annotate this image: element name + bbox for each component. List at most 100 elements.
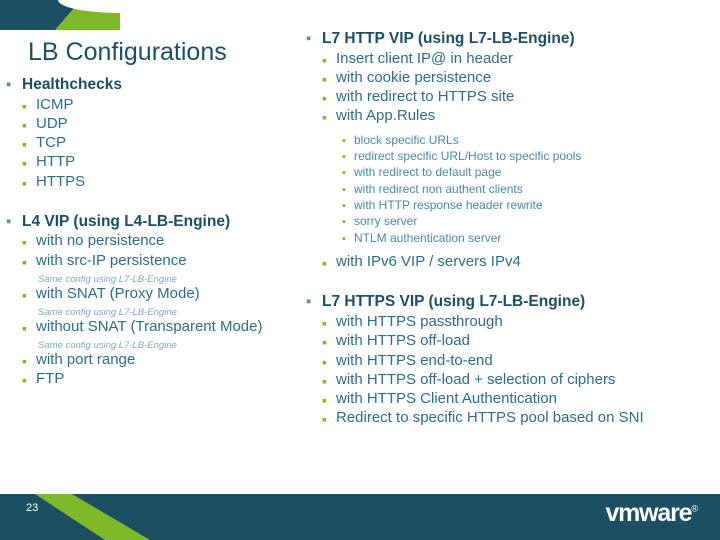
list-item: ▪ with cookie persistence (322, 68, 718, 88)
bullet-label: with redirect non authent clients (354, 181, 523, 196)
square-bullet-icon: ▪ (342, 200, 346, 213)
bullet-label: with HTTP response header rewrite (354, 198, 543, 213)
bullet-label: sorry server (354, 214, 418, 229)
square-bullet-icon: ▪ (322, 334, 327, 351)
list-item: ▪ UDP (22, 114, 306, 134)
square-bullet-icon: ▪ (322, 353, 327, 370)
bullet-label: HTTP (36, 153, 76, 171)
square-bullet-icon: ▪ (22, 353, 27, 370)
bullet-label: with IPv6 VIP / servers IPv4 (336, 253, 521, 271)
square-bullet-icon: ▪ (6, 76, 12, 93)
bullet-label: with HTTPS off-load + selection of ciphe… (336, 370, 616, 388)
bullet-label: NTLM authentication server (354, 230, 502, 245)
bullet-label: Redirect to specific HTTPS pool based on… (336, 409, 644, 427)
list-item: ▪ with redirect to HTTPS site (322, 88, 718, 107)
list-item: ▪ with IPv6 VIP / servers IPv4 (322, 253, 718, 272)
list-item: ▪ block specific URLs (342, 133, 718, 149)
square-bullet-icon: ▪ (306, 293, 312, 311)
bullet-label: with HTTPS off-load (336, 332, 470, 350)
bullet-label: Healthchecks (22, 76, 122, 93)
square-bullet-icon: ▪ (22, 286, 27, 303)
square-bullet-icon: ▪ (22, 320, 27, 336)
square-bullet-icon: ▪ (322, 109, 327, 126)
bullet-label: with HTTPS Client Authentication (336, 389, 557, 407)
bullet-label: Insert client IP@ in header (336, 49, 513, 67)
list-item: ▪ with redirect non authent clients (342, 181, 718, 198)
list-item: ▪ HTTP (22, 154, 306, 172)
square-bullet-icon: ▪ (322, 411, 327, 428)
bullet-label: HTTPS (36, 172, 86, 190)
square-bullet-icon: ▪ (6, 212, 12, 230)
list-item: ▪ sorry server (342, 215, 718, 230)
bullet-label: with port range (36, 351, 136, 369)
list-item: ▪ with redirect to default page (342, 165, 718, 181)
bullet-label: with HTTPS end-to-end (336, 351, 493, 369)
note-text: Same config using L7-LB-Engine (38, 273, 177, 285)
list-item: ▪ with HTTPS end-to-end (322, 351, 718, 371)
square-bullet-icon: ▪ (342, 167, 346, 180)
page-title: LB Configurations (28, 38, 227, 66)
square-bullet-icon: ▪ (22, 234, 27, 251)
square-bullet-icon: ▪ (22, 155, 27, 172)
square-bullet-icon: ▪ (322, 51, 327, 68)
list-item: ▪ FTP (22, 371, 306, 389)
bullet-label: with src-IP persistence (36, 251, 187, 269)
square-bullet-icon: ▪ (322, 70, 327, 87)
bullet-label: with cookie persistence (336, 68, 492, 86)
bullet-label: L7 HTTP VIP (using L7-LB-Engine) (322, 30, 575, 47)
square-bullet-icon: ▪ (322, 255, 327, 272)
slide-number: 23 (26, 502, 39, 514)
list-item: ▪ with HTTPS off-load (322, 333, 718, 351)
square-bullet-icon: ▪ (22, 174, 27, 191)
bullet-label: with redirect to default page (354, 165, 502, 180)
list-item: ▪ with HTTPS passthrough (322, 313, 718, 332)
bullet-label: ICMP (36, 95, 74, 113)
list-item: ▪ with src-IP persistence (22, 251, 306, 271)
right-content-column: ▪ L7 HTTP VIP (using L7-LB-Engine) ▪ Ins… (306, 30, 718, 429)
square-bullet-icon: ▪ (22, 116, 27, 133)
bullet-label: with redirect to HTTPS site (336, 88, 515, 106)
list-item: ▪ TCP (22, 134, 306, 153)
square-bullet-icon: ▪ (322, 391, 327, 408)
bullet-label: L7 HTTPS VIP (using L7-LB-Engine) (322, 293, 586, 311)
note-text: Same config using L7-LB-Engine (38, 340, 177, 352)
list-item: ▪ redirect specific URL/Host to specific… (342, 148, 718, 165)
bullet-label: with App.Rules (336, 107, 436, 125)
square-bullet-icon: ▪ (22, 136, 27, 153)
list-item: ▪ with no persistence (22, 233, 306, 251)
square-bullet-icon: ▪ (342, 232, 346, 245)
bullet-label: with no persistence (36, 232, 165, 250)
left-content-column: ▪ Healthchecks ▪ ICMP ▪ UDP ▪ TCP ▪ HTTP… (6, 76, 306, 391)
square-bullet-icon: ▪ (22, 372, 27, 389)
list-item: ▪ with HTTP response header rewrite (342, 198, 718, 214)
list-item: ▪ NTLM authentication server (342, 230, 718, 247)
list-item: ▪ without SNAT (Transparent Mode) (22, 318, 306, 337)
square-bullet-icon: ▪ (342, 150, 346, 163)
vmware-logo: vmware® (605, 499, 698, 528)
list-item: ▪ HTTPS (22, 172, 306, 192)
square-bullet-icon: ▪ (342, 216, 346, 229)
square-bullet-icon: ▪ (322, 315, 327, 332)
registered-mark: ® (691, 503, 698, 514)
square-bullet-icon: ▪ (306, 30, 312, 47)
bullet-l7-http-vip: ▪ L7 HTTP VIP (using L7-LB-Engine) (306, 30, 718, 49)
square-bullet-icon: ▪ (342, 134, 346, 147)
square-bullet-icon: ▪ (342, 183, 346, 196)
bullet-label: with SNAT (Proxy Mode) (36, 284, 200, 302)
list-item: ▪ Redirect to specific HTTPS pool based … (322, 409, 718, 428)
list-item: ▪ with HTTPS off-load + selection of cip… (322, 370, 718, 390)
bullet-label: UDP (36, 114, 68, 132)
bullet-label: redirect specific URL/Host to specific p… (354, 148, 582, 163)
list-item: ▪ with port range (22, 351, 306, 370)
bullet-label: without SNAT (Transparent Mode) (36, 318, 263, 335)
bullet-l7-https-vip: ▪ L7 HTTPS VIP (using L7-LB-Engine) (306, 293, 718, 312)
list-item: ▪ ICMP (22, 95, 306, 115)
square-bullet-icon: ▪ (322, 90, 327, 107)
square-bullet-icon: ▪ (22, 253, 27, 270)
list-item: ▪ with App.Rules (322, 108, 718, 126)
bullet-l4-vip: ▪ L4 VIP (using L4-LB-Engine) (6, 213, 306, 232)
bullet-label: with HTTPS passthrough (336, 313, 503, 331)
list-item: ▪ with SNAT (Proxy Mode) (22, 284, 306, 304)
list-item: ▪ with HTTPS Client Authentication (322, 389, 718, 409)
